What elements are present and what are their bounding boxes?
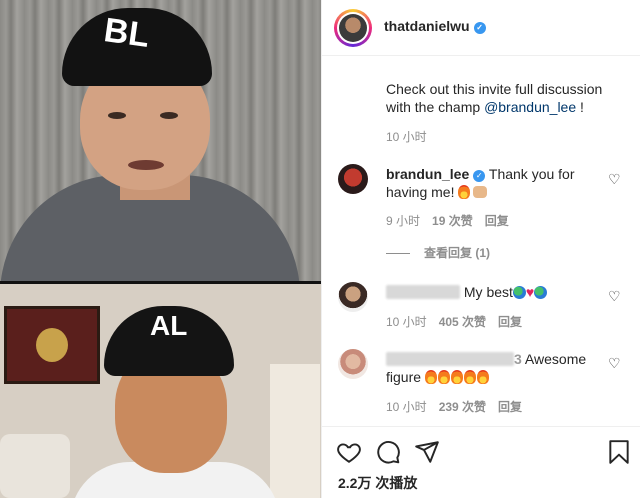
avatar[interactable] (334, 9, 372, 47)
lamp (270, 364, 320, 498)
blurred-username[interactable] (386, 285, 460, 299)
comment-meta: 9 小时 19 次赞 回复 (386, 212, 509, 229)
comment-avatar[interactable] (338, 164, 368, 194)
comment-time[interactable]: 10 小时 (386, 315, 427, 329)
cap-logo: AL (150, 310, 188, 341)
view-replies-label[interactable]: 查看回复 (1) (424, 246, 490, 260)
comment-likes[interactable]: 405 次赞 (439, 315, 486, 329)
video-frame-bottom: AL (0, 284, 321, 498)
share-icon[interactable] (414, 439, 440, 465)
avatar-image (339, 14, 367, 42)
sofa (0, 434, 70, 498)
fire-emoji-icon (424, 370, 437, 384)
comment-text: My best (463, 284, 513, 300)
fire-emoji-icon (450, 370, 463, 384)
heart-emoji-icon: ♥ (525, 284, 535, 300)
username-text[interactable]: thatdanielwu (384, 18, 470, 34)
belt-plate (36, 328, 68, 362)
comment-like-heart-icon[interactable]: ♡ (608, 289, 622, 303)
caption-time[interactable]: 10 小时 (386, 130, 427, 144)
comment-time[interactable]: 10 小时 (386, 400, 427, 414)
header-username[interactable]: thatdanielwu ✓ (384, 18, 486, 34)
view-replies-button[interactable]: 查看回复 (1) (386, 244, 490, 261)
comment-username[interactable]: brandun_lee (386, 166, 469, 182)
action-bar: 2.2万 次播放 (322, 426, 640, 498)
reply-button[interactable]: 回复 (498, 400, 522, 414)
comment-time[interactable]: 9 小时 (386, 214, 420, 228)
comment-avatar[interactable] (338, 349, 368, 379)
caption-timestamp: 10 小时 (386, 128, 427, 145)
comment-meta: 10 小时 405 次赞 回复 (386, 313, 522, 330)
caption-mention-link[interactable]: @brandun_lee (484, 99, 576, 115)
comment-meta: 10 小时 239 次赞 回复 (386, 398, 522, 415)
replies-dash (386, 253, 410, 255)
person-eye (108, 112, 126, 119)
heart-icon[interactable] (336, 439, 362, 465)
verified-badge-icon: ✓ (473, 22, 486, 34)
comment-body: My best ♥ (386, 283, 606, 301)
verified-badge-icon: ✓ (473, 170, 486, 182)
comment-likes[interactable]: 239 次赞 (439, 400, 486, 414)
play-count[interactable]: 2.2万 次播放 (338, 473, 417, 493)
comment-username-tail[interactable]: 3 (514, 351, 522, 367)
comment-like-heart-icon[interactable]: ♡ (608, 356, 622, 370)
comment-like-heart-icon[interactable]: ♡ (608, 172, 622, 186)
post-media[interactable]: BL AL (0, 0, 321, 498)
caption-end: ! (576, 99, 584, 115)
fire-emoji-icon (463, 370, 476, 384)
fire-emoji-icon (458, 185, 471, 199)
fire-emoji-icon (437, 370, 450, 384)
person-eye (160, 112, 178, 119)
blurred-username[interactable] (386, 352, 514, 366)
comment-body: brandun_lee ✓ Thank you for having me! (386, 165, 606, 201)
person-mouth (128, 160, 164, 170)
globe-emoji-icon (512, 286, 526, 299)
comment-icon[interactable] (375, 439, 401, 465)
globe-emoji-icon (534, 286, 548, 299)
post-caption: Check out this invite full discussion wi… (386, 80, 626, 116)
fist-emoji-icon (473, 186, 488, 198)
bookmark-icon[interactable] (606, 439, 632, 465)
reply-button[interactable]: 回复 (485, 214, 509, 228)
comment-body: 3 Awesome figure (386, 350, 606, 386)
fire-emoji-icon (476, 370, 489, 384)
comment-avatar[interactable] (338, 282, 368, 312)
post-header: thatdanielwu ✓ (322, 0, 640, 56)
video-frame-top: BL (0, 0, 321, 281)
reply-button[interactable]: 回复 (498, 315, 522, 329)
cap-logo: BL (101, 11, 152, 55)
post-panel: thatdanielwu ✓ Check out this invite full… (321, 0, 640, 498)
comment-likes[interactable]: 19 次赞 (432, 214, 473, 228)
